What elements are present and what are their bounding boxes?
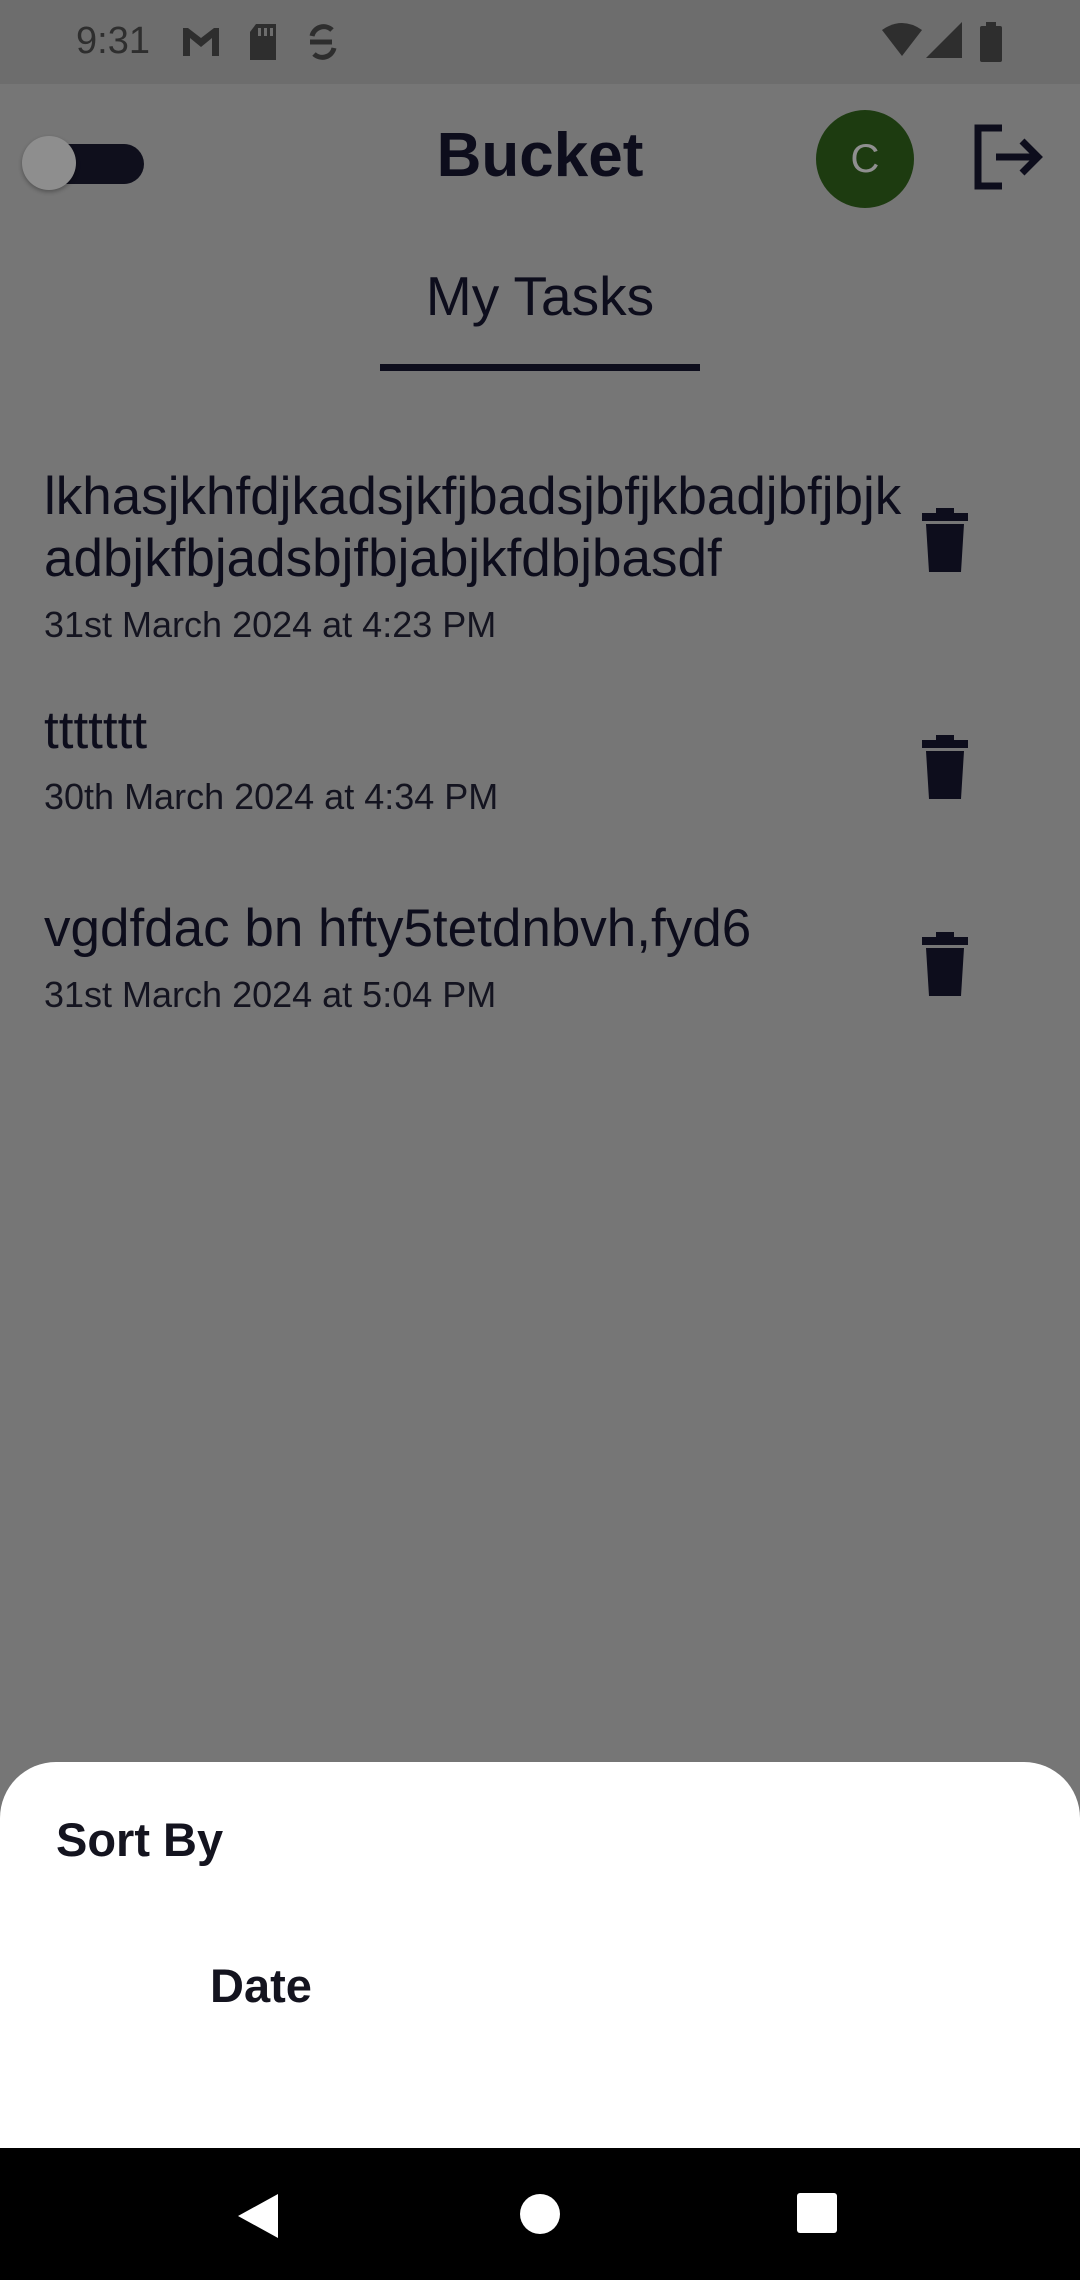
task-item[interactable]: vgdfdac bn hfty5tetdnbvh,fyd6 31st March… — [44, 898, 1044, 1016]
tab-my-tasks[interactable]: My Tasks — [380, 264, 700, 328]
wifi-icon — [882, 23, 922, 56]
task-title: vgdfdac bn hfty5tetdnbvh,fyd6 — [44, 899, 752, 958]
tab-indicator — [380, 364, 700, 371]
sync-icon — [309, 24, 337, 60]
task-item[interactable]: lkhasjkhfdjkadsjkfjbadsjbfjkbadjbfjbjkad… — [44, 466, 1044, 646]
sheet-title: Sort By — [56, 1813, 224, 1866]
avatar[interactable]: C — [816, 110, 914, 208]
delete-icon[interactable] — [922, 735, 968, 799]
status-bar: 9:31 — [0, 0, 1080, 84]
delete-icon[interactable] — [922, 932, 968, 996]
task-title: lkhasjkhfdjkadsjkfjbadsjbfjkbadjbfjbjkad… — [44, 467, 902, 588]
sort-option-date[interactable]: Date — [210, 1958, 312, 2013]
signal-icon — [926, 22, 962, 58]
app-title: Bucket — [436, 121, 644, 190]
navigation-bar — [0, 2148, 1080, 2280]
sd-card-icon — [250, 24, 276, 60]
app-bar: Bucket C — [0, 84, 1080, 234]
sort-bottom-sheet: Sort By Date — [0, 1762, 1080, 2148]
logout-icon[interactable] — [972, 124, 1044, 190]
task-item[interactable]: ttttttt 30th March 2024 at 4:34 PM — [44, 700, 1044, 818]
task-title: ttttttt — [44, 701, 148, 760]
status-time: 9:31 — [76, 20, 150, 62]
task-date: 31st March 2024 at 5:04 PM — [44, 974, 497, 1015]
recents-icon[interactable] — [796, 2192, 838, 2234]
back-icon[interactable] — [236, 2192, 280, 2240]
gmail-icon — [183, 28, 219, 56]
home-icon[interactable] — [518, 2192, 562, 2236]
task-date: 30th March 2024 at 4:34 PM — [44, 776, 499, 817]
battery-icon — [980, 22, 1002, 62]
delete-icon[interactable] — [922, 508, 968, 572]
task-date: 31st March 2024 at 4:23 PM — [44, 604, 497, 645]
